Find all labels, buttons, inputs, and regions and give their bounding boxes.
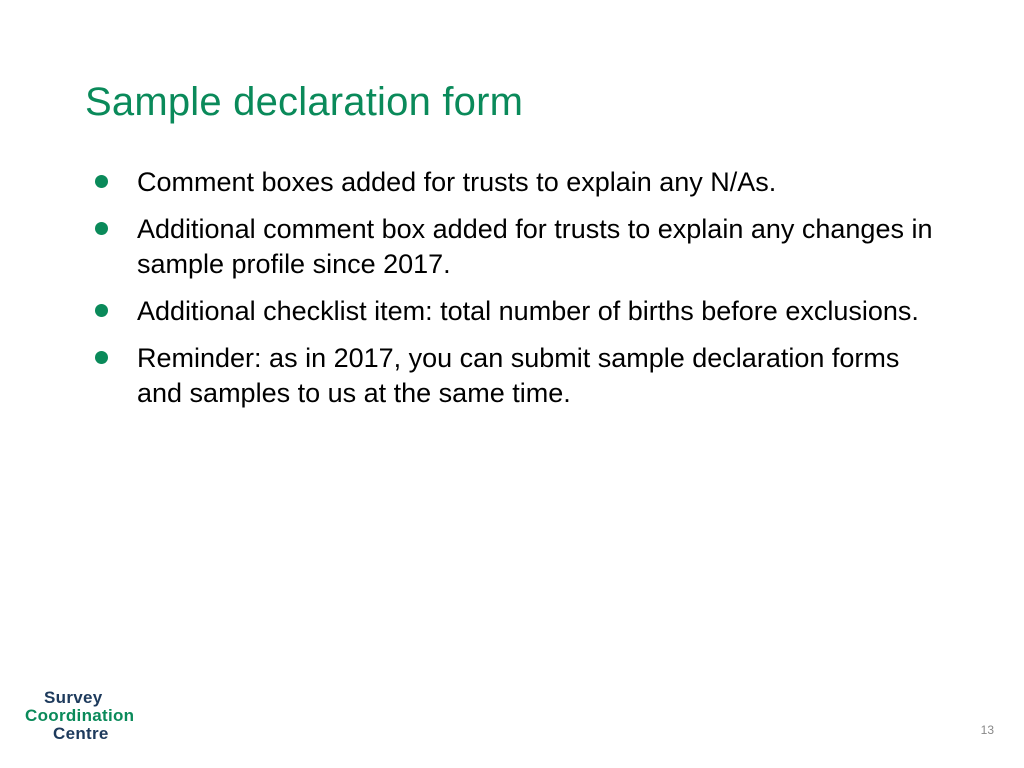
bullet-item: Additional comment box added for trusts …: [95, 212, 939, 282]
logo-line-2: Coordination: [25, 707, 134, 725]
logo: Survey Coordination Centre: [25, 689, 134, 743]
logo-line-3: Centre: [53, 725, 134, 743]
logo-line-1: Survey: [44, 689, 134, 707]
page-number: 13: [981, 723, 994, 737]
slide-container: Sample declaration form Comment boxes ad…: [0, 0, 1024, 768]
bullet-item: Additional checklist item: total number …: [95, 294, 939, 329]
slide-title: Sample declaration form: [85, 80, 939, 125]
bullet-list: Comment boxes added for trusts to explai…: [85, 165, 939, 412]
bullet-item: Comment boxes added for trusts to explai…: [95, 165, 939, 200]
slide-footer: Survey Coordination Centre 13: [25, 689, 994, 743]
bullet-item: Reminder: as in 2017, you can submit sam…: [95, 341, 939, 411]
